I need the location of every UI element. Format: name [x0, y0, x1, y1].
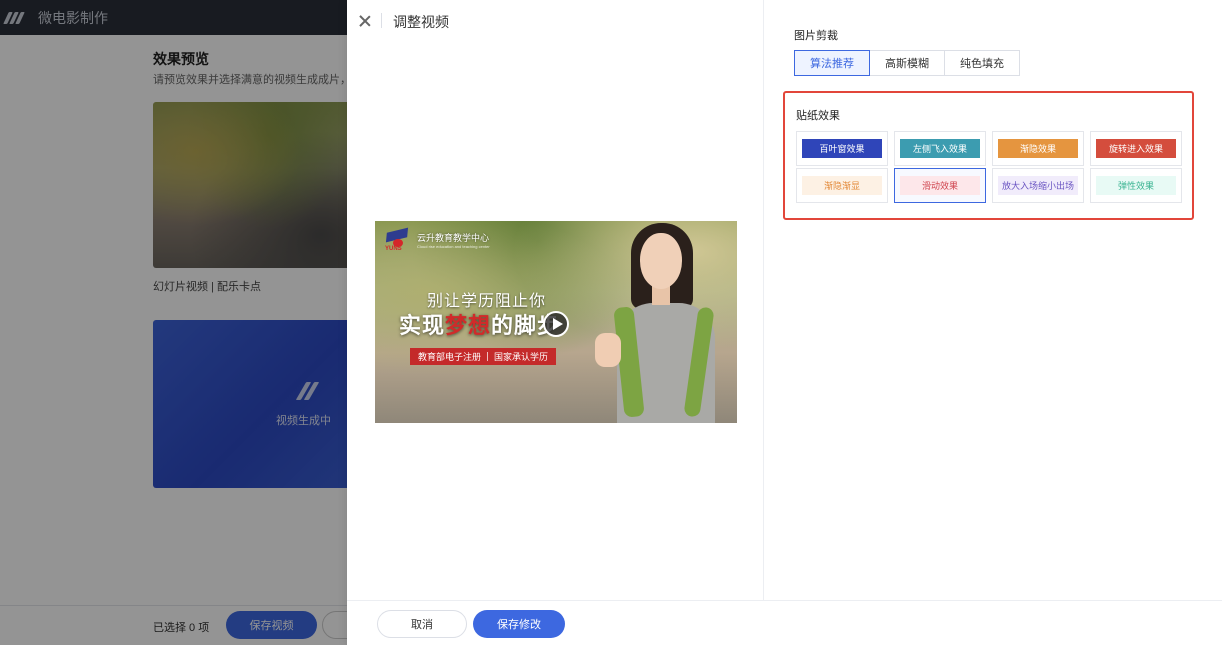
sticker-chip: 弹性效果 [1096, 176, 1176, 195]
crop-segmented-control: 算法推荐 高斯模糊 纯色填充 [794, 50, 1020, 76]
sticker-option[interactable]: 滑动效果 [894, 168, 986, 203]
person-figure [595, 221, 737, 423]
sticker-chip: 滑动效果 [900, 176, 980, 195]
sticker-grid: 百叶窗效果 左侧飞入效果 渐隐效果 旋转进入效果 渐隐渐显 滑动效果 放大入场缩… [796, 131, 1182, 203]
slogan-line-2: 实现梦想的脚步 [399, 313, 561, 338]
sticker-option[interactable]: 放大入场缩小出场 [992, 168, 1084, 203]
sticker-chip: 旋转进入效果 [1096, 139, 1176, 158]
crop-option-gaussian-blur[interactable]: 高斯模糊 [869, 50, 945, 76]
sticker-option[interactable]: 旋转进入效果 [1090, 131, 1182, 166]
crop-option-algorithm[interactable]: 算法推荐 [794, 50, 870, 76]
sticker-option[interactable]: 百叶窗效果 [796, 131, 888, 166]
brand-block: YUNS 云升教育教学中心 Cloud rise education and t… [385, 227, 490, 253]
brand-name: 云升教育教学中心 [417, 233, 490, 243]
sticker-effects-box: 贴纸效果 百叶窗效果 左侧飞入效果 渐隐效果 旋转进入效果 渐隐渐显 滑动效果 … [783, 91, 1194, 220]
crop-option-solid-fill[interactable]: 纯色填充 [944, 50, 1020, 76]
screen: 微电影制作 效果预览 请预览效果并选择满意的视频生成成片，你 幻灯片视频 | 配… [0, 0, 1222, 645]
sticker-option[interactable]: 渐隐渐显 [796, 168, 888, 203]
sticker-option[interactable]: 弹性效果 [1090, 168, 1182, 203]
drawer-footer: 取消 保存修改 [347, 600, 1222, 645]
sticker-chip: 渐隐渐显 [802, 176, 882, 195]
brand-subtitle: Cloud rise education and teaching center [417, 244, 490, 249]
brand-logo: YUNS [385, 227, 411, 253]
tag-1: 教育部电子注册 [418, 352, 482, 362]
sticker-chip: 左侧飞入效果 [900, 139, 980, 158]
sticker-option[interactable]: 渐隐效果 [992, 131, 1084, 166]
title-divider [381, 13, 382, 28]
close-icon[interactable] [358, 14, 372, 28]
sticker-title: 贴纸效果 [796, 110, 840, 122]
sticker-option[interactable]: 左侧飞入效果 [894, 131, 986, 166]
preview-panel: 调整视频 YUNS 云升教育教学中心 Cloud rise education … [347, 0, 764, 600]
sticker-chip: 渐隐效果 [998, 139, 1078, 158]
drawer-title: 调整视频 [393, 14, 449, 30]
video-preview[interactable]: YUNS 云升教育教学中心 Cloud rise education and t… [375, 221, 737, 423]
sticker-chip: 放大入场缩小出场 [998, 176, 1078, 195]
cancel-button[interactable]: 取消 [377, 610, 467, 638]
settings-panel: 图片剪裁 算法推荐 高斯模糊 纯色填充 贴纸效果 百叶窗效果 左侧飞入效果 渐隐… [764, 0, 1222, 600]
tag-bar: 教育部电子注册 国家承认学历 [410, 348, 557, 365]
adjust-video-drawer: 调整视频 YUNS 云升教育教学中心 Cloud rise education … [347, 0, 1222, 645]
sticker-chip: 百叶窗效果 [802, 139, 882, 158]
crop-title: 图片剪裁 [794, 30, 838, 42]
play-icon[interactable] [543, 311, 569, 337]
save-changes-button[interactable]: 保存修改 [473, 610, 565, 638]
tag-2: 国家承认学历 [494, 352, 549, 362]
